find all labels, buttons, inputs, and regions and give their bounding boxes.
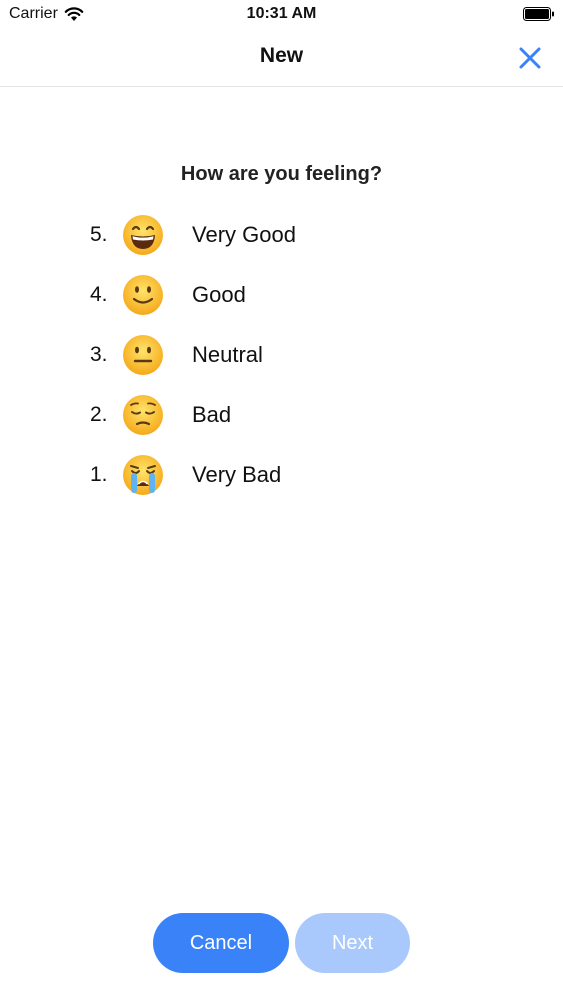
mood-label: Bad (192, 402, 232, 427)
mood-number: 2. (90, 403, 108, 426)
screen: Carrier 10:31 AM New How are you feeling… (0, 0, 563, 1000)
mood-option-bad[interactable]: 2. Bad (90, 385, 470, 445)
mood-number: 4. (90, 283, 108, 306)
mood-list: 5. Very Good 4. Good 3. Neutral 2. Bad 1… (90, 205, 470, 505)
navigation-bar: New (0, 30, 563, 87)
neutral-face-icon (123, 335, 163, 375)
status-bar: Carrier 10:31 AM (0, 0, 563, 30)
mood-label: Very Good (192, 222, 296, 247)
mood-label: Good (192, 282, 246, 307)
mood-number: 1. (90, 463, 108, 486)
grinning-face-icon (123, 215, 163, 255)
slightly-smiling-face-icon (123, 275, 163, 315)
pensive-face-icon (123, 395, 163, 435)
battery-icon (523, 7, 554, 21)
page-title: New (259, 44, 304, 67)
mood-label: Very Bad (192, 462, 282, 487)
mood-option-very-bad[interactable]: 1. Very Bad (90, 445, 470, 505)
next-button[interactable]: Next (295, 913, 410, 973)
mood-option-very-good[interactable]: 5. Very Good (90, 205, 470, 265)
mood-option-good[interactable]: 4. Good (90, 265, 470, 325)
mood-option-neutral[interactable]: 3. Neutral (90, 325, 470, 385)
close-icon[interactable] (517, 45, 543, 71)
status-time: 10:31 AM (246, 5, 317, 22)
mood-label: Neutral (192, 342, 263, 367)
mood-number: 3. (90, 343, 108, 366)
question-heading: How are you feeling? (180, 163, 383, 185)
mood-number: 5. (90, 223, 108, 246)
cancel-button[interactable]: Cancel (153, 913, 289, 973)
crying-face-icon (123, 455, 163, 495)
